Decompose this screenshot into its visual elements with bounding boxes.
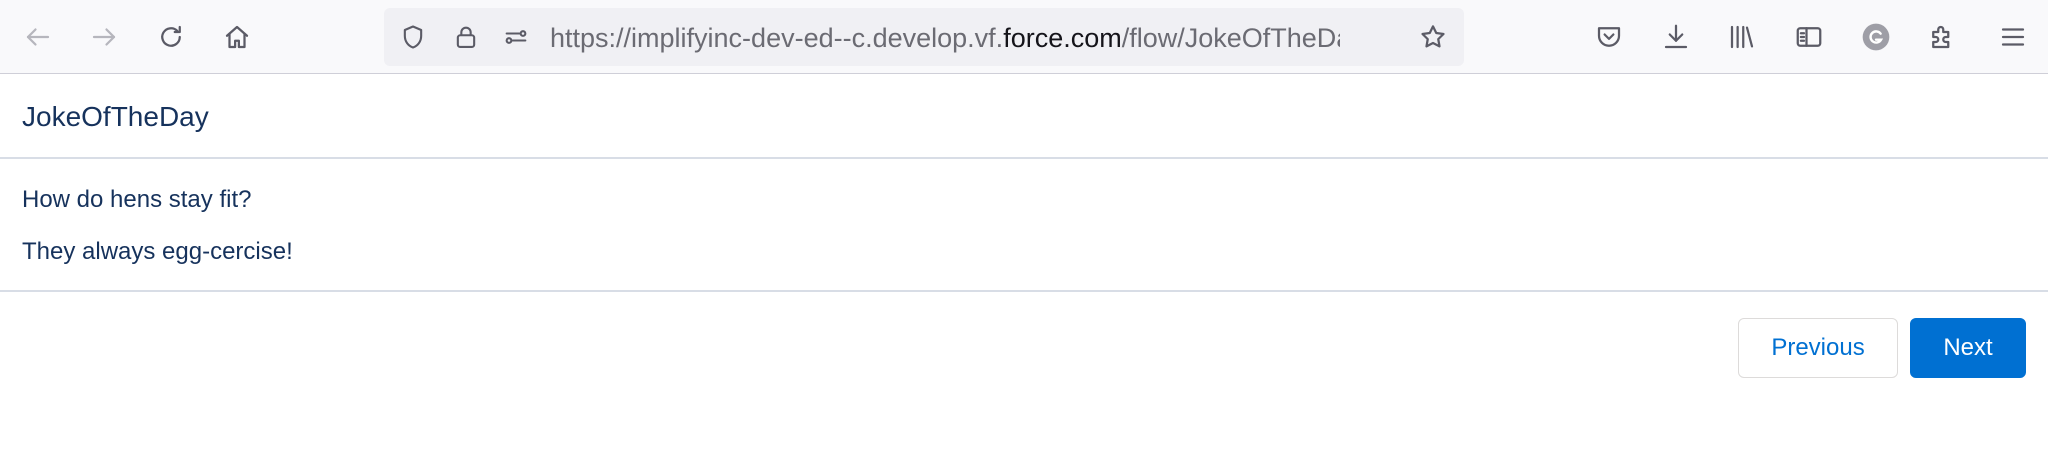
- sidebar-icon: [1796, 27, 1822, 47]
- library-button[interactable]: [1716, 11, 1768, 63]
- browser-toolbar: https://implifyinc-dev-ed--c.develop.vf.…: [0, 0, 2048, 74]
- pocket-icon: [1597, 27, 1621, 47]
- flow-body: How do hens stay fit? They always egg-ce…: [0, 159, 2048, 292]
- downloads-button[interactable]: [1650, 11, 1702, 63]
- url-text[interactable]: https://implifyinc-dev-ed--c.develop.vf.…: [550, 22, 1340, 54]
- joke-answer: They always egg-cercise!: [22, 238, 293, 265]
- flow-page: JokeOfTheDay How do hens stay fit? They …: [0, 74, 2048, 455]
- home-icon: [225, 25, 249, 49]
- back-arrow-icon: [26, 28, 50, 46]
- account-avatar-icon: [1862, 23, 1890, 51]
- account-button[interactable]: [1850, 11, 1902, 63]
- reload-icon: [161, 25, 181, 47]
- next-button[interactable]: Next: [1910, 318, 2026, 378]
- shield-icon[interactable]: [398, 22, 428, 52]
- url-bar[interactable]: https://implifyinc-dev-ed--c.develop.vf.…: [384, 8, 1464, 66]
- menu-icon: [2001, 28, 2025, 46]
- page-title: JokeOfTheDay: [22, 101, 209, 132]
- forward-button[interactable]: [78, 11, 130, 63]
- lock-icon[interactable]: [451, 22, 481, 52]
- extensions-icon: [1932, 25, 1950, 49]
- back-button[interactable]: [12, 11, 64, 63]
- extensions-button[interactable]: [1916, 11, 1968, 63]
- bookmark-star-icon[interactable]: [1418, 22, 1448, 52]
- home-button[interactable]: [211, 11, 263, 63]
- url-path: /flow/JokeOfTheDay/: [1121, 23, 1340, 53]
- downloads-icon: [1664, 24, 1688, 49]
- permissions-icon[interactable]: [501, 22, 531, 52]
- forward-arrow-icon: [92, 28, 116, 46]
- joke-question: How do hens stay fit?: [22, 186, 252, 213]
- url-prefix: https://implifyinc-dev-ed--c.develop.vf.: [550, 23, 1004, 53]
- flow-header: JokeOfTheDay: [0, 74, 2048, 159]
- reload-button[interactable]: [145, 11, 197, 63]
- library-icon: [1730, 25, 1754, 49]
- previous-button[interactable]: Previous: [1738, 318, 1898, 378]
- pocket-button[interactable]: [1583, 11, 1635, 63]
- sidebar-button[interactable]: [1783, 11, 1835, 63]
- url-host: force.com: [1003, 23, 1122, 53]
- menu-button[interactable]: [1987, 11, 2039, 63]
